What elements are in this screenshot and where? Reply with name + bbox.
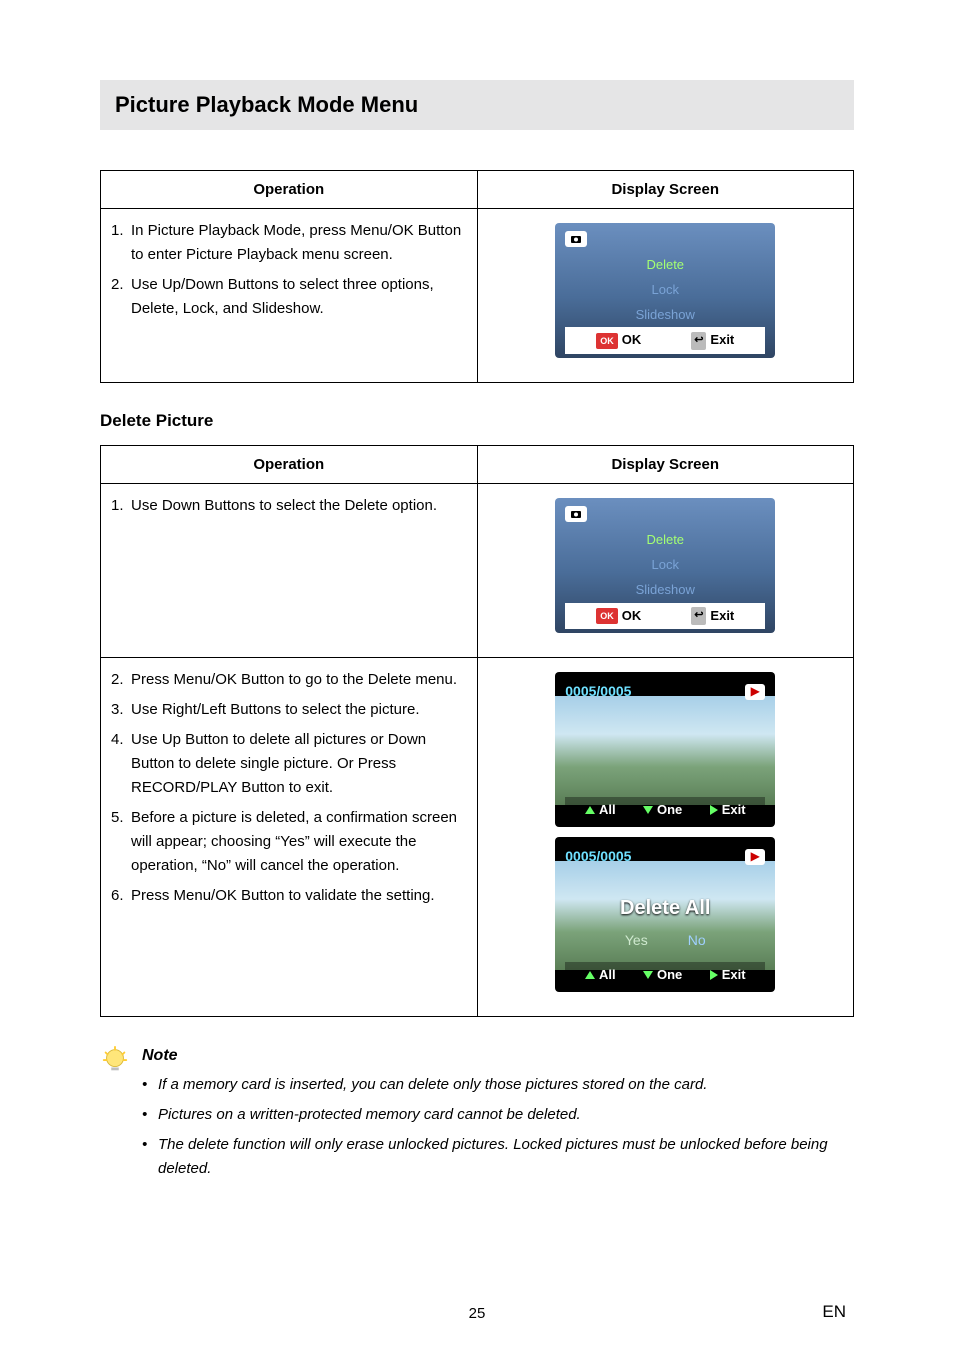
camera-icon bbox=[565, 506, 587, 522]
intro-operation-cell: 1. In Picture Playback Mode, press Menu/… bbox=[101, 209, 478, 383]
col-header-display: Display Screen bbox=[477, 446, 854, 484]
ok-label: OK bbox=[622, 330, 642, 351]
step-text: Press Menu/OK Button to validate the set… bbox=[131, 884, 467, 908]
menu-item-lock: Lock bbox=[565, 280, 765, 301]
language-indicator: EN bbox=[822, 1302, 846, 1322]
screen-bottom-bar: OKOK ↩Exit bbox=[565, 327, 765, 354]
menu-item-delete: Delete bbox=[565, 255, 765, 276]
back-icon: ↩ bbox=[691, 607, 706, 625]
down-icon bbox=[643, 971, 653, 979]
screen-bottom-bar: All One Exit bbox=[565, 962, 765, 989]
lightbulb-icon bbox=[100, 1045, 136, 1187]
camera-icon bbox=[565, 231, 587, 247]
step: 1. In Picture Playback Mode, press Menu/… bbox=[111, 219, 467, 267]
exit-label: Exit bbox=[710, 606, 734, 627]
exit-label: Exit bbox=[722, 800, 746, 821]
note-text: If a memory card is inserted, you can de… bbox=[158, 1073, 707, 1097]
delete-table: Operation Display Screen 1. Use Down But… bbox=[100, 445, 854, 1017]
delete-row1-display: Delete Lock Slideshow OKOK ↩Exit bbox=[477, 484, 854, 658]
delete-row2-operation: 2.Press Menu/OK Button to go to the Dele… bbox=[101, 658, 478, 1017]
menu-item-slideshow: Slideshow bbox=[565, 580, 765, 601]
col-header-operation: Operation bbox=[101, 446, 478, 484]
screen-bottom-bar: All One Exit bbox=[565, 797, 765, 824]
intro-table: Operation Display Screen 1. In Picture P… bbox=[100, 170, 854, 383]
title-text: Picture Playback Mode Menu bbox=[115, 92, 839, 118]
one-label: One bbox=[657, 800, 682, 821]
step: 1. Use Down Buttons to select the Delete… bbox=[111, 494, 467, 518]
playback-icon: ▶ bbox=[745, 849, 765, 865]
photo-counter: 0005/0005 bbox=[565, 845, 631, 867]
step-text: Before a picture is deleted, a confirmat… bbox=[131, 806, 467, 878]
step-number: 3. bbox=[111, 698, 131, 722]
delete-row2-display: 0005/0005 ▶ All One Exit bbox=[477, 658, 854, 1017]
step-text: Use Up Button to delete all pictures or … bbox=[131, 728, 467, 800]
step-text: Use Up/Down Buttons to select three opti… bbox=[131, 273, 467, 321]
note-block: Note •If a memory card is inserted, you … bbox=[100, 1047, 854, 1187]
back-icon: ↩ bbox=[691, 332, 706, 350]
step-number: 4. bbox=[111, 728, 131, 800]
note-item: •The delete function will only erase unl… bbox=[142, 1133, 854, 1181]
delete-row1-operation: 1. Use Down Buttons to select the Delete… bbox=[101, 484, 478, 658]
down-icon bbox=[643, 806, 653, 814]
playback-icon: ▶ bbox=[745, 684, 765, 700]
confirm-options: Yes No bbox=[555, 929, 775, 951]
photo-counter: 0005/0005 bbox=[565, 680, 631, 702]
up-icon bbox=[585, 806, 595, 814]
ok-pill-icon: OK bbox=[596, 608, 618, 624]
one-label: One bbox=[657, 965, 682, 986]
exit-label: Exit bbox=[710, 330, 734, 351]
camera-screen-menu: Delete Lock Slideshow OKOK ↩Exit bbox=[555, 223, 775, 358]
section-title: Picture Playback Mode Menu bbox=[100, 80, 854, 130]
camera-screen-menu: Delete Lock Slideshow OKOK ↩Exit bbox=[555, 498, 775, 633]
menu-item-slideshow: Slideshow bbox=[565, 305, 765, 326]
up-icon bbox=[585, 971, 595, 979]
note-item: •Pictures on a written-protected memory … bbox=[142, 1103, 854, 1127]
note-text: The delete function will only erase unlo… bbox=[158, 1133, 854, 1181]
step: 6.Press Menu/OK Button to validate the s… bbox=[111, 884, 467, 908]
step-number: 6. bbox=[111, 884, 131, 908]
right-icon bbox=[710, 970, 718, 980]
note-heading: Note bbox=[142, 1047, 854, 1065]
camera-screen-photo: 0005/0005 ▶ All One Exit bbox=[555, 672, 775, 827]
confirm-title: Delete All bbox=[555, 892, 775, 924]
note-text: Pictures on a written-protected memory c… bbox=[158, 1103, 581, 1127]
step-number: 1. bbox=[111, 494, 131, 518]
step-text: Use Down Buttons to select the Delete op… bbox=[131, 494, 467, 518]
camera-screen-confirm: 0005/0005 ▶ Delete All Yes No All One E bbox=[555, 837, 775, 992]
subheading-delete-picture: Delete Picture bbox=[100, 411, 854, 431]
screen-bottom-bar: OKOK ↩Exit bbox=[565, 603, 765, 630]
step: 5.Before a picture is deleted, a confirm… bbox=[111, 806, 467, 878]
page-footer: 25 EN bbox=[0, 1305, 954, 1322]
step: 2.Press Menu/OK Button to go to the Dele… bbox=[111, 668, 467, 692]
step-text: In Picture Playback Mode, press Menu/OK … bbox=[131, 219, 467, 267]
exit-label: Exit bbox=[722, 965, 746, 986]
ok-pill-icon: OK bbox=[596, 333, 618, 349]
step: 2. Use Up/Down Buttons to select three o… bbox=[111, 273, 467, 321]
menu-item-lock: Lock bbox=[565, 555, 765, 576]
step-number: 2. bbox=[111, 668, 131, 692]
col-header-display: Display Screen bbox=[477, 171, 854, 209]
step-text: Press Menu/OK Button to go to the Delete… bbox=[131, 668, 467, 692]
all-label: All bbox=[599, 800, 616, 821]
step-text: Use Right/Left Buttons to select the pic… bbox=[131, 698, 467, 722]
all-label: All bbox=[599, 965, 616, 986]
note-item: •If a memory card is inserted, you can d… bbox=[142, 1073, 854, 1097]
right-icon bbox=[710, 805, 718, 815]
confirm-yes: Yes bbox=[625, 929, 648, 951]
step-number: 2. bbox=[111, 273, 131, 321]
menu-item-delete: Delete bbox=[565, 530, 765, 551]
step: 4.Use Up Button to delete all pictures o… bbox=[111, 728, 467, 800]
step-number: 5. bbox=[111, 806, 131, 878]
col-header-operation: Operation bbox=[101, 171, 478, 209]
intro-display-cell: Delete Lock Slideshow OKOK ↩Exit bbox=[477, 209, 854, 383]
step-number: 1. bbox=[111, 219, 131, 267]
step: 3.Use Right/Left Buttons to select the p… bbox=[111, 698, 467, 722]
confirm-no: No bbox=[688, 929, 706, 951]
page-number: 25 bbox=[0, 1305, 954, 1322]
ok-label: OK bbox=[622, 606, 642, 627]
